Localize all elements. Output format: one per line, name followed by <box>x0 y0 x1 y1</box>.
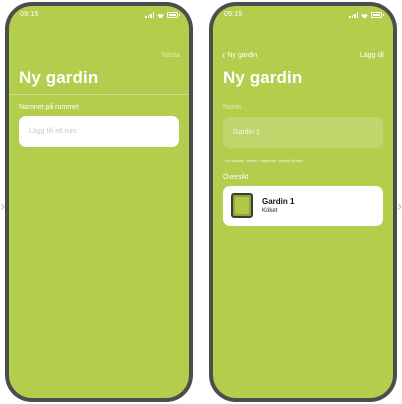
status-icons <box>145 12 180 18</box>
name-label: Namn <box>223 104 242 111</box>
wifi-icon <box>361 13 368 18</box>
back-button-label: Ny gardin <box>227 52 258 59</box>
room-name-input[interactable]: Lägg till ett rum <box>19 116 179 147</box>
screen-step-1: 09:15 Nästa Ny gardin Namnet på rummet L… <box>9 6 189 398</box>
back-button[interactable]: ‹ Ny gardin <box>222 50 258 61</box>
curtain-icon <box>231 193 253 218</box>
curtain-card[interactable]: Gardin 1 Köket <box>223 186 383 226</box>
room-name-label: Namnet på rummet <box>19 104 79 111</box>
page-title: Ny gardin <box>19 68 99 87</box>
next-button[interactable]: Nästa <box>162 52 180 59</box>
page-title: Ny gardin <box>223 68 303 87</box>
phone-frame-step-1: 09:15 Nästa Ny gardin Namnet på rummet L… <box>5 2 193 402</box>
add-button[interactable]: Lägg till <box>360 52 384 59</box>
phone-frame-step-2: 09:15 ‹ Ny gardin Lägg till Ny gardin Na… <box>209 2 397 402</box>
curtain-card-room: Köket <box>262 208 278 214</box>
name-input[interactable]: Gardin 1 <box>223 117 383 148</box>
curtain-card-title: Gardin 1 <box>262 197 295 206</box>
status-bar: 09:15 <box>213 6 393 24</box>
chevron-left-icon: ‹ <box>222 50 226 61</box>
status-time: 09:15 <box>224 11 243 18</box>
battery-icon <box>371 12 384 18</box>
screen-step-2: 09:15 ‹ Ny gardin Lägg till Ny gardin Na… <box>213 6 393 398</box>
status-icons <box>349 12 384 18</box>
status-time: 09:15 <box>20 11 39 18</box>
flow-arrow-icon: › <box>397 198 402 216</box>
battery-icon <box>167 12 180 18</box>
signal-icon <box>145 12 154 18</box>
overview-label: Översikt <box>223 174 249 181</box>
status-bar: 09:15 <box>9 6 189 24</box>
name-hint: T.ex vänster fönster, sidgardin, vänligt… <box>223 158 304 163</box>
wifi-icon <box>157 13 164 18</box>
divider <box>9 94 189 95</box>
signal-icon <box>349 12 358 18</box>
